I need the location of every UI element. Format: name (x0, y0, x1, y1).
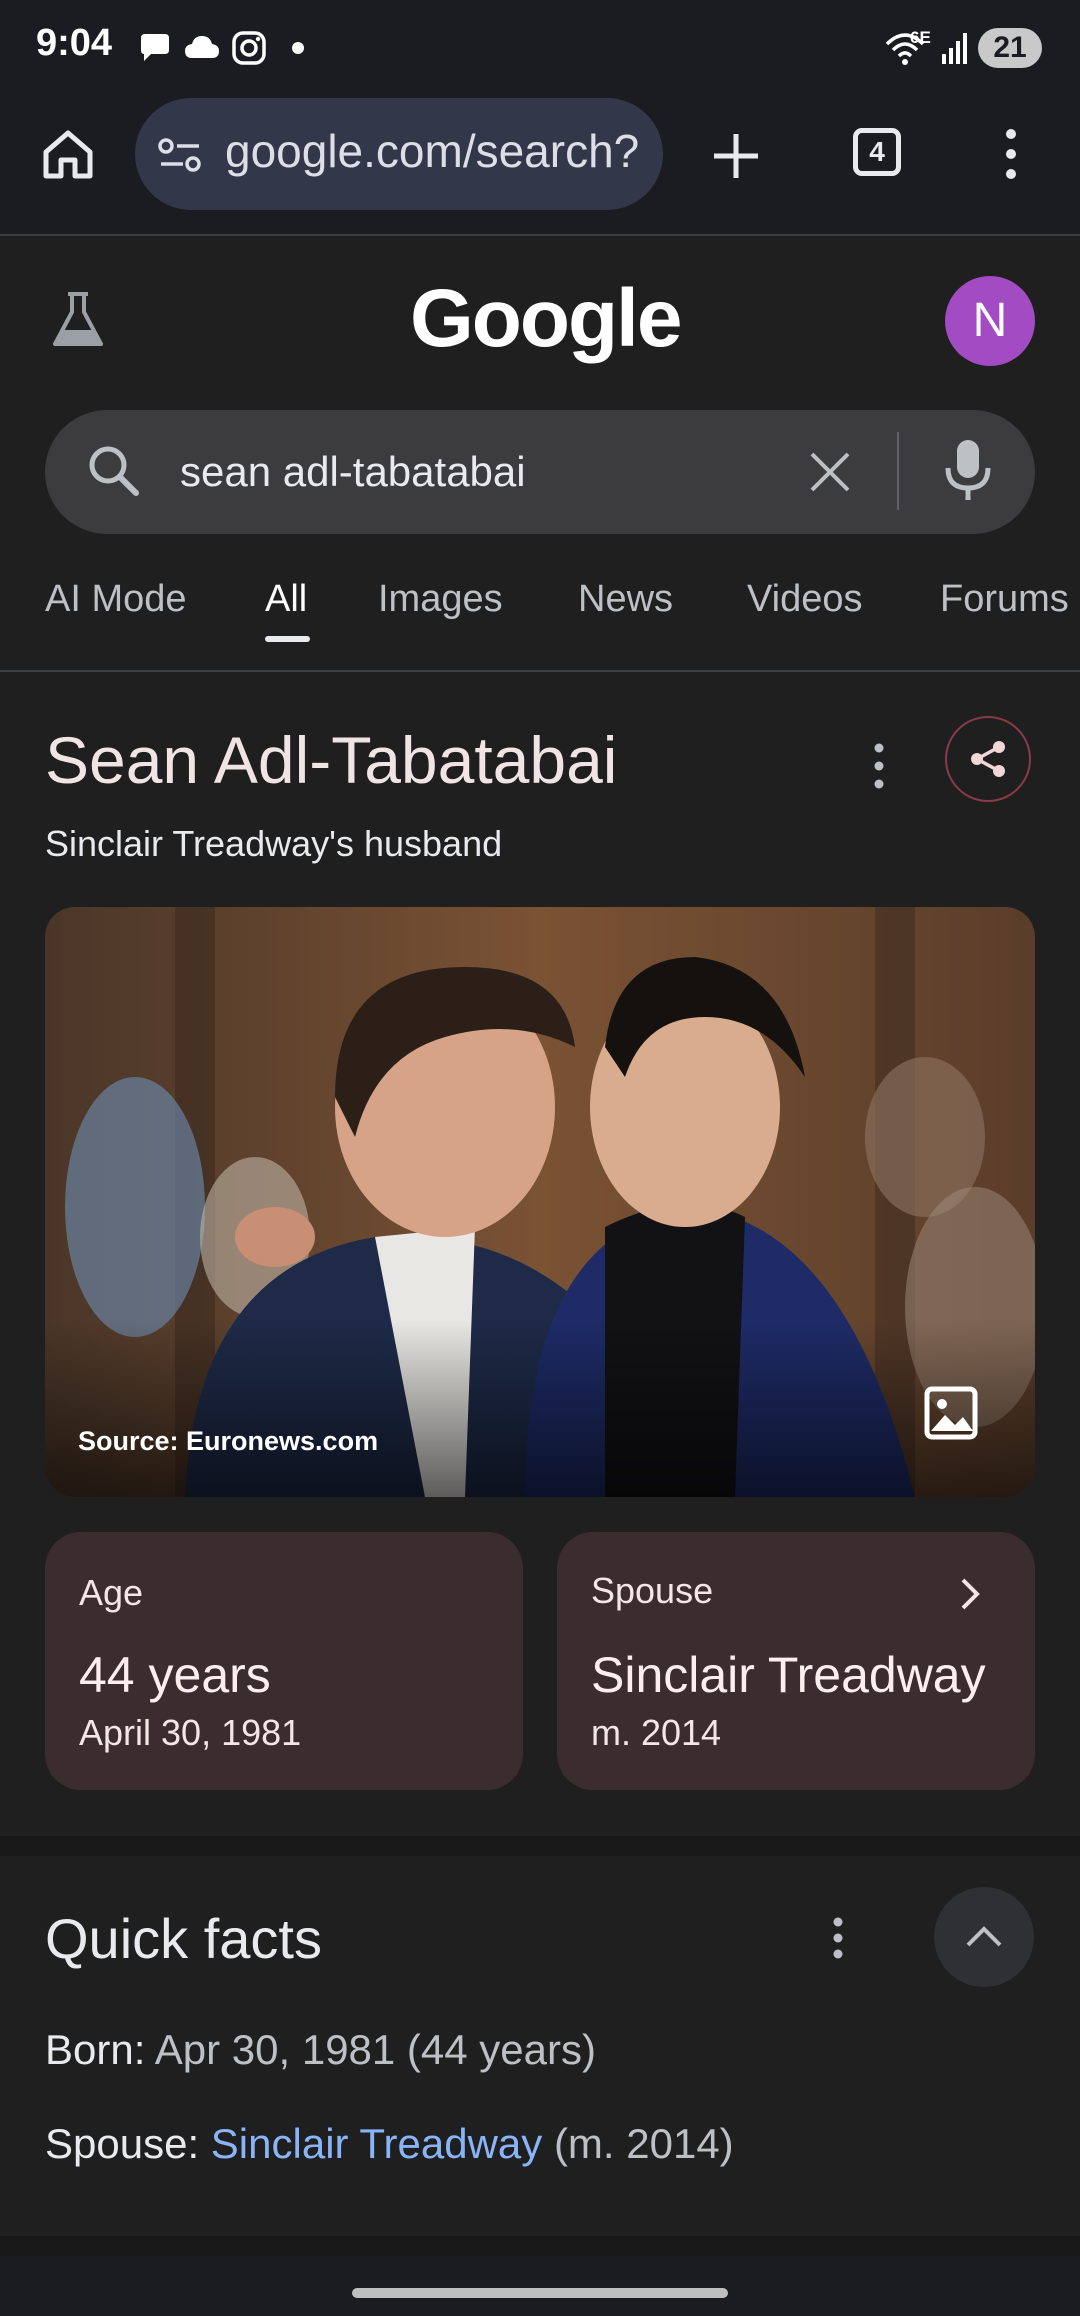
fact-spouse-label: Spouse (45, 2120, 188, 2167)
share-icon (971, 741, 1005, 777)
fact-born: Born: Apr 30, 1981 (44 years) (45, 2026, 596, 2073)
search-divider (897, 432, 899, 510)
fact-born-value: Apr 30, 1981 (44 years) (154, 2026, 596, 2073)
tab-ai-mode[interactable]: AI Mode (45, 578, 187, 621)
microphone-icon[interactable] (942, 438, 994, 502)
quick-facts-title: Quick facts (45, 1907, 322, 1970)
wifi-label: 6E (910, 28, 931, 47)
account-avatar[interactable]: N (945, 276, 1035, 366)
spouse-card-label: Spouse (591, 1570, 714, 1611)
signal-icon (942, 33, 967, 64)
section-separator (0, 1836, 1080, 1856)
status-time: 9:04 (36, 22, 113, 64)
fact-spouse: Spouse: Sinclair Treadway (m. 2014) (45, 2120, 734, 2167)
instagram-icon (232, 31, 266, 65)
bottom-separator (0, 2236, 1080, 2256)
battery-indicator: 21 (978, 28, 1042, 68)
age-card-label: Age (79, 1572, 144, 1613)
site-settings-icon[interactable] (157, 135, 203, 175)
google-logo[interactable]: Google (410, 272, 682, 366)
knowledge-panel-image[interactable] (45, 907, 1035, 1497)
tab-videos[interactable]: Videos (747, 578, 863, 621)
spouse-card-value: Sinclair Treadway (591, 1647, 986, 1703)
tab-images[interactable]: Images (378, 578, 503, 621)
collapse-button[interactable] (934, 1887, 1034, 1987)
age-card: Age 44 years April 30, 1981 (45, 1532, 523, 1790)
tab-switcher-button[interactable]: 4 (853, 128, 901, 176)
chevron-up-icon (966, 1926, 1002, 1947)
chat-bubble-icon (141, 34, 169, 61)
more-options-icon[interactable] (996, 126, 1026, 182)
tab-news[interactable]: News (578, 578, 673, 621)
kp-more-options-icon[interactable] (866, 740, 892, 792)
share-button[interactable] (945, 716, 1031, 802)
search-query[interactable]: sean adl-tabatabai (180, 448, 526, 496)
photo-illustration (45, 907, 1035, 1497)
gesture-handle[interactable] (352, 2288, 728, 2298)
fact-born-label: Born (45, 2026, 134, 2073)
clear-search-icon[interactable] (808, 450, 852, 494)
new-tab-icon[interactable] (710, 130, 762, 182)
tab-all[interactable]: All (265, 578, 307, 621)
knowledge-panel-subtitle: Sinclair Treadway's husband (45, 823, 503, 864)
tab-forums[interactable]: Forums (940, 578, 1069, 621)
age-card-value: 44 years (79, 1647, 271, 1703)
search-icon (89, 446, 139, 496)
age-card-date: April 30, 1981 (79, 1712, 302, 1753)
image-source-caption: Source: Euronews.com (78, 1426, 379, 1456)
tabs-divider (0, 670, 1080, 672)
spouse-card[interactable]: Spouse Sinclair Treadway m. 2014 (557, 1532, 1035, 1790)
navigation-bar (0, 2256, 1080, 2316)
quick-facts-more-icon[interactable] (825, 1914, 851, 1962)
dot-icon (292, 42, 304, 54)
cloud-icon (185, 36, 219, 58)
home-icon[interactable] (40, 126, 96, 182)
url-text[interactable]: google.com/search? (225, 124, 639, 178)
chevron-right-icon (961, 1578, 980, 1610)
spouse-card-marriage: m. 2014 (591, 1712, 722, 1753)
active-tab-indicator (265, 636, 310, 642)
knowledge-panel-title: Sean Adl-Tabatabai (45, 723, 618, 797)
fact-spouse-link[interactable]: Sinclair Treadway (211, 2120, 542, 2167)
labs-flask-icon[interactable] (50, 290, 106, 350)
fact-spouse-suffix: (m. 2014) (553, 2120, 734, 2167)
image-gallery-icon[interactable] (923, 1385, 979, 1441)
